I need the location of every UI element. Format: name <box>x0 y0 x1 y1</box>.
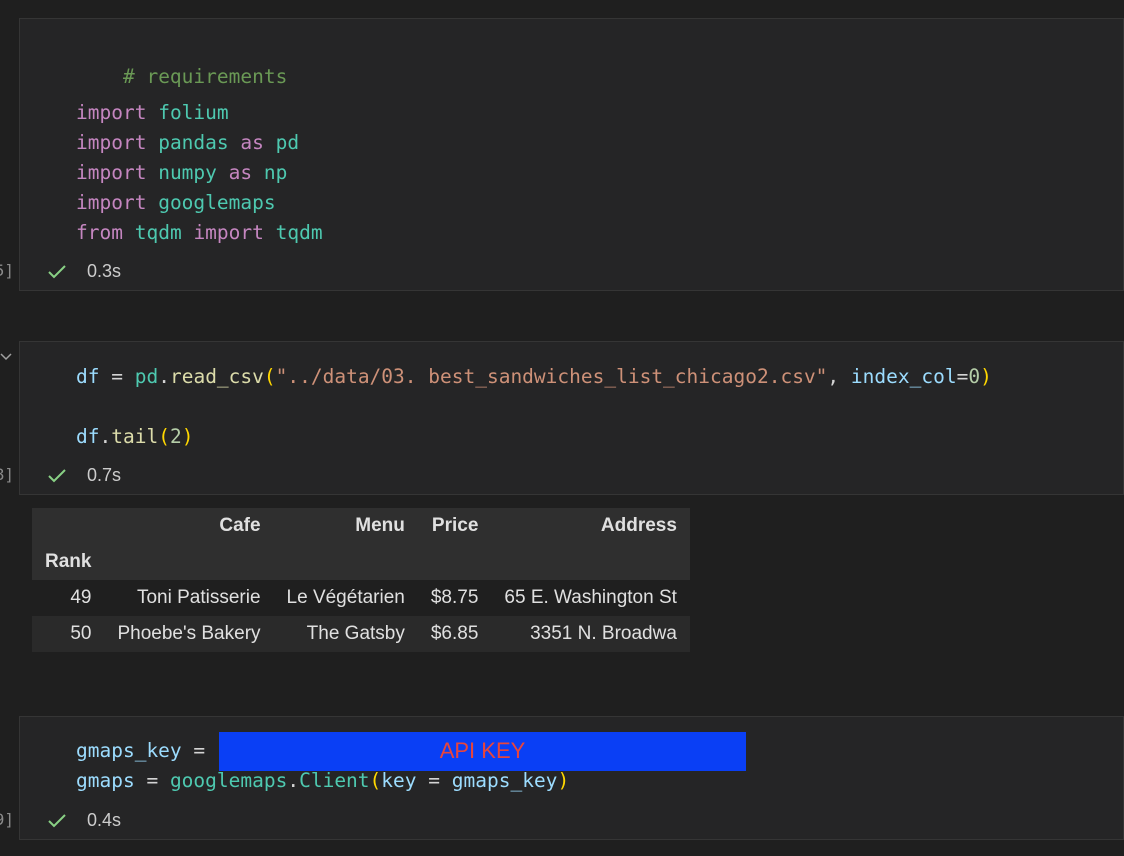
code-cell[interactable]: # requirements import folium import pand… <box>19 18 1124 291</box>
code-line: import folium <box>76 101 229 124</box>
table-cell: Phoebe's Bakery <box>117 623 261 644</box>
execution-count-label: [9] <box>0 810 14 829</box>
execution-status: 0.7s <box>47 465 121 486</box>
column-header: Price <box>431 515 479 536</box>
table-cell: The Gatsby <box>306 623 405 644</box>
code-line: gmaps = googlemaps.Client(key = gmaps_ke… <box>76 769 570 792</box>
code-line: import numpy as np <box>76 161 288 184</box>
dataframe-index-name-row: Rank <box>32 544 690 580</box>
table-row: 49 Toni Patisserie Le Végétarien $8.75 6… <box>32 580 690 616</box>
table-row: 50 Phoebe's Bakery The Gatsby $6.85 3351… <box>32 616 690 652</box>
code-line: from tqdm import tqdm <box>76 221 323 244</box>
execution-status: 0.4s <box>47 810 121 831</box>
execution-time: 0.7s <box>87 465 122 485</box>
checkmark-icon <box>48 813 66 827</box>
code-line: gmaps_key = <box>76 739 217 762</box>
table-cell: $8.75 <box>430 587 479 608</box>
column-header: Address <box>600 515 677 536</box>
execution-status: 0.3s <box>47 261 121 282</box>
code-cell[interactable]: df = pd.read_csv("../data/03. best_sandw… <box>19 341 1124 495</box>
code-line: import pandas as pd <box>76 131 300 154</box>
dataframe-output: Cafe Menu Price Address Rank 49 Toni Pat… <box>32 508 690 652</box>
code-line: import googlemaps <box>76 191 276 214</box>
index-header-blank <box>32 508 104 544</box>
execution-count-label: [8] <box>0 465 14 484</box>
column-header: Menu <box>355 515 405 536</box>
redacted-api-key: API KEY <box>219 732 746 771</box>
code-line: df.tail(2) <box>76 425 194 448</box>
table-cell: $6.85 <box>430 623 479 644</box>
checkmark-icon <box>48 264 66 278</box>
chevron-down-icon[interactable] <box>0 350 12 362</box>
table-cell: 65 E. Washington St <box>504 587 677 608</box>
row-index: 50 <box>70 623 92 644</box>
execution-time: 0.4s <box>87 810 122 830</box>
checkmark-icon <box>48 468 66 482</box>
dataframe-header-row: Cafe Menu Price Address <box>32 508 690 544</box>
execution-count-label: [5] <box>0 261 14 280</box>
code-line: df = pd.read_csv("../data/03. best_sandw… <box>76 365 992 388</box>
table-cell: Toni Patisserie <box>136 587 261 608</box>
table-cell: 3351 N. Broadwa <box>530 623 677 644</box>
execution-time: 0.3s <box>87 261 122 281</box>
column-header: Cafe <box>219 515 261 536</box>
index-name: Rank <box>45 551 92 572</box>
row-index: 49 <box>70 587 92 608</box>
table-cell: Le Végétarien <box>286 587 405 608</box>
